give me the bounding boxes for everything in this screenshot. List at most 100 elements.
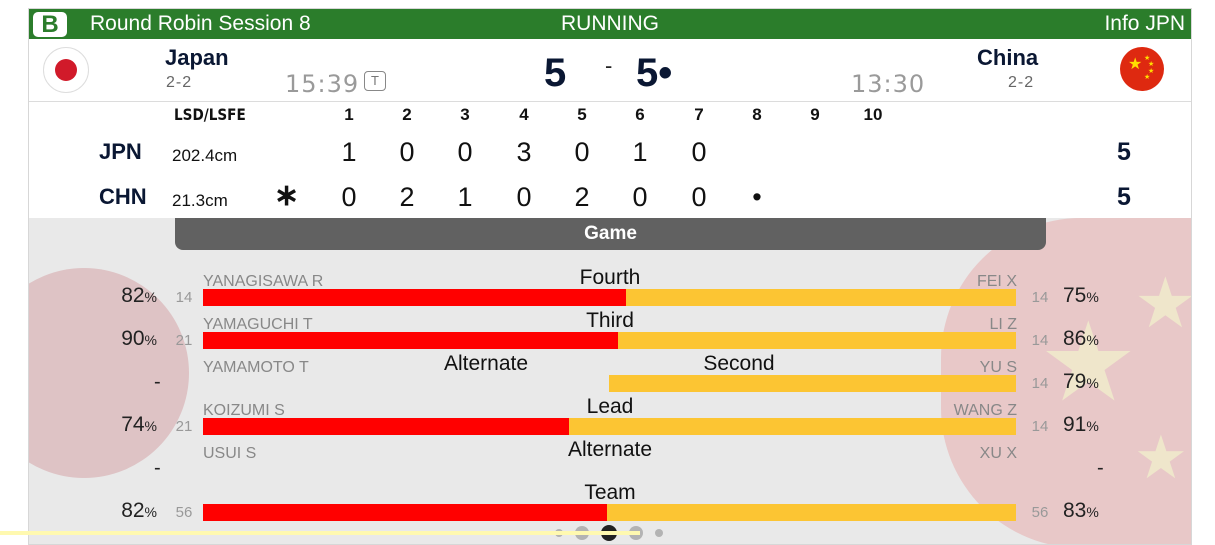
player-right-name[interactable]: XU X — [980, 445, 1017, 463]
percent-sign: % — [1086, 418, 1099, 434]
comparison-bar-left-fill — [203, 418, 569, 435]
comparison-bar-left-fill — [203, 289, 626, 306]
end-cell: 0 — [516, 182, 532, 212]
team-right-record: 2-2 — [1008, 74, 1035, 91]
left-pct-dash: - — [154, 371, 161, 393]
right-shots: 14 — [1031, 375, 1049, 392]
team-left-score: 5 — [544, 51, 567, 95]
left-pct-value: 90 — [121, 327, 145, 350]
end-header-3: 3 — [460, 105, 470, 124]
percent-sign: % — [1086, 375, 1099, 391]
hammer-icon: ∗ — [274, 179, 300, 212]
left-pct-value: 74 — [121, 413, 145, 436]
timeout-badge: T — [364, 71, 386, 91]
right-pct-value: 79 — [1063, 370, 1087, 393]
end-cell: 1 — [632, 137, 648, 167]
right-pct-value: 86 — [1063, 327, 1087, 350]
china-flag-icon: ★ ★ ★ ★ ★ — [1120, 47, 1164, 91]
row-jpn-abbr: JPN — [99, 139, 142, 164]
right-pct-value: 83 — [1063, 499, 1087, 522]
position-label: Alternate — [567, 438, 653, 461]
score-separator: - — [605, 53, 613, 78]
left-shots: 21 — [175, 332, 193, 349]
end-cell: 0 — [341, 182, 357, 212]
team-right-score: 5• — [636, 51, 673, 95]
comparison-bar-left-fill — [203, 504, 608, 521]
end-header-5: 5 — [577, 105, 587, 124]
right-pct: 83% — [1063, 499, 1143, 524]
comparison-bar — [203, 418, 1016, 435]
percent-sign: % — [1086, 504, 1099, 520]
right-pct: 75% — [1063, 284, 1143, 309]
divider — [29, 101, 1191, 102]
left-shots: 21 — [175, 418, 193, 435]
end-cell: 0 — [457, 137, 473, 167]
left-pct: 82% — [97, 499, 157, 524]
end-cell: 2 — [574, 182, 590, 212]
right-pct: 91% — [1063, 413, 1143, 438]
end-header-9: 9 — [810, 105, 820, 124]
position-label: Lead — [586, 395, 634, 418]
end-header-6: 6 — [635, 105, 645, 124]
position-label: Fourth — [579, 266, 641, 289]
end-cell: 1 — [457, 182, 473, 212]
right-shots: 56 — [1031, 504, 1049, 521]
end-cell: • — [752, 182, 762, 212]
left-pct: 82% — [97, 284, 157, 309]
row-jpn-lsd: 202.4cm — [172, 146, 238, 165]
team-left-name[interactable]: Japan — [165, 46, 229, 70]
left-pct: 74% — [97, 413, 157, 438]
pager-dot[interactable] — [655, 529, 663, 537]
comparison-bar — [203, 289, 1016, 306]
lsd-header: LSD/LSFE — [174, 105, 246, 124]
japan-flag-disc — [55, 59, 77, 81]
game-status: RUNNING — [561, 12, 659, 35]
percent-sign: % — [1086, 289, 1099, 305]
background-star-icon: ★ — [1039, 301, 1138, 424]
left-pct-value: 82 — [121, 284, 145, 307]
left-pct-dash: - — [154, 457, 161, 479]
player-left-name[interactable]: YAMAMOTO T — [203, 359, 309, 377]
info-link[interactable]: Info JPN — [1104, 12, 1185, 36]
percent-sign: % — [144, 504, 157, 520]
end-cell: 2 — [399, 182, 415, 212]
comparison-bar — [203, 332, 1016, 349]
highlight-strip — [0, 531, 640, 535]
right-pct: 86% — [1063, 327, 1143, 352]
row-chn-total: 5 — [1117, 183, 1131, 211]
row-jpn-total: 5 — [1117, 138, 1131, 166]
end-cell: 0 — [632, 182, 648, 212]
right-pct-dash: - — [1097, 457, 1104, 479]
team-left-clock: 15:39 — [285, 70, 360, 98]
row-chn-abbr: CHN — [99, 184, 147, 209]
team-right-name[interactable]: China — [977, 46, 1038, 70]
team-left-record: 2-2 — [166, 74, 193, 91]
percent-sign: % — [144, 418, 157, 434]
china-flag-star-small: ★ — [1144, 74, 1151, 81]
china-flag-star-small: ★ — [1148, 61, 1155, 68]
left-shots: 14 — [175, 289, 193, 306]
comparison-bar-left-fill — [203, 332, 618, 349]
japan-flag-icon — [43, 47, 89, 93]
right-shots: 14 — [1031, 332, 1049, 349]
end-header-7: 7 — [694, 105, 704, 124]
left-pct: 90% — [97, 327, 157, 352]
china-flag-star-big: ★ — [1128, 56, 1143, 73]
row-chn-lsd: 21.3cm — [172, 191, 228, 210]
game-stats-panel: ★ ★ ★ Game Fourth YANAGISAWA R FEI X 82% 14 7… — [29, 218, 1191, 544]
right-shots: 14 — [1031, 289, 1049, 306]
team-right-clock: 13:30 — [851, 70, 926, 98]
position-label: Third — [586, 309, 634, 332]
tab-game[interactable]: Game — [175, 218, 1046, 250]
end-cell: 1 — [341, 137, 357, 167]
left-shots: 56 — [175, 504, 193, 521]
left-pct-value: 82 — [121, 499, 145, 522]
end-cell: 0 — [574, 137, 590, 167]
header-bar: B Round Robin Session 8 RUNNING Info JPN — [29, 9, 1191, 39]
percent-sign: % — [144, 289, 157, 305]
right-pct-value: 75 — [1063, 284, 1087, 307]
end-header-2: 2 — [402, 105, 412, 124]
end-header-1: 1 — [344, 105, 354, 124]
player-left-name[interactable]: USUI S — [203, 445, 256, 463]
right-pct-value: 91 — [1063, 413, 1087, 436]
